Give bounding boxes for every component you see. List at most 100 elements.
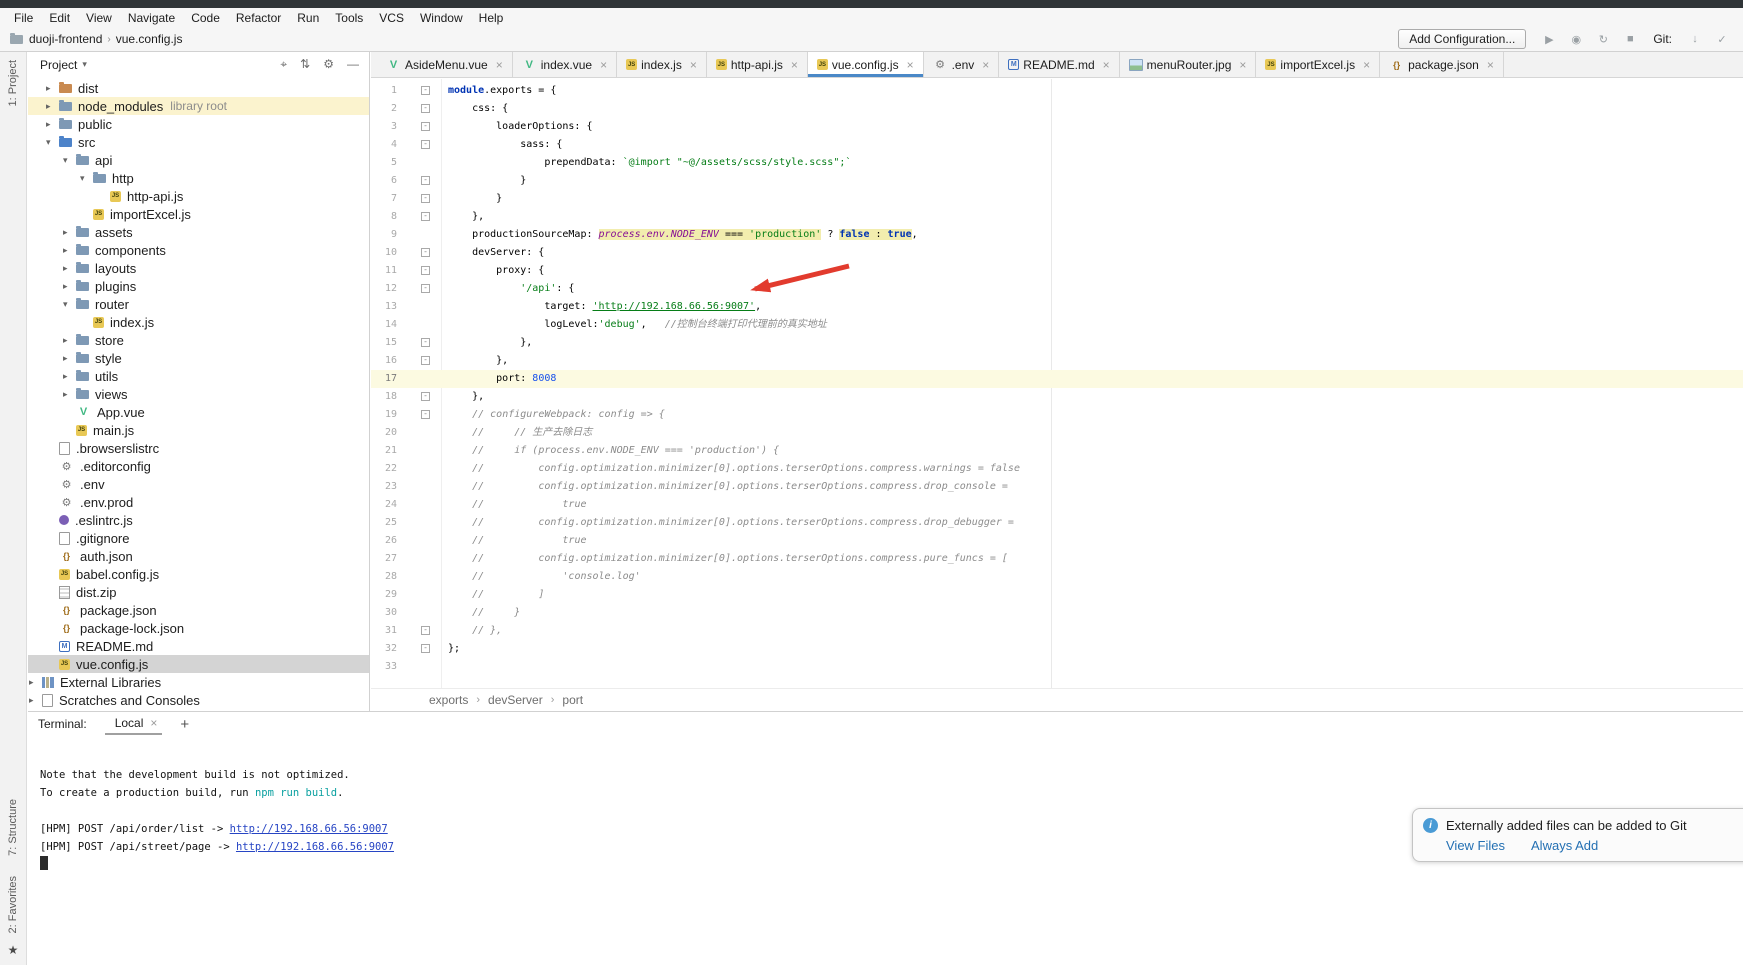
tab-env[interactable]: ⚙.env×: [924, 52, 1000, 77]
code-line-7[interactable]: 7- }: [371, 190, 1743, 208]
tree-item-env-prod[interactable]: ⚙.env.prod: [28, 493, 369, 511]
tab-index-vue[interactable]: Vindex.vue×: [513, 52, 617, 77]
tool-button-1-project[interactable]: 1: Project: [7, 60, 19, 106]
menu-item-window[interactable]: Window: [412, 11, 471, 25]
tree-item-index-js[interactable]: JSindex.js: [28, 313, 369, 331]
tree-item-dist-zip[interactable]: dist.zip: [28, 583, 369, 601]
code-line-10[interactable]: 10- devServer: {: [371, 244, 1743, 262]
tool-button-7-structure[interactable]: 7: Structure: [7, 799, 19, 856]
code-line-18[interactable]: 18- },: [371, 388, 1743, 406]
chevron-right-icon[interactable]: ▸: [63, 371, 76, 382]
menu-item-code[interactable]: Code: [183, 11, 228, 25]
tab-asidemenu-vue[interactable]: VAsideMenu.vue×: [377, 52, 513, 77]
chevron-down-icon[interactable]: ▾: [80, 173, 93, 184]
code-line-33[interactable]: 33: [371, 658, 1743, 676]
fold-icon[interactable]: -: [421, 104, 430, 113]
chevron-right-icon[interactable]: ▸: [63, 353, 76, 364]
code-line-4[interactable]: 4- sass: {: [371, 136, 1743, 154]
tree-item-main-js[interactable]: JSmain.js: [28, 421, 369, 439]
menu-item-file[interactable]: File: [6, 11, 41, 25]
close-icon[interactable]: ×: [1487, 59, 1494, 71]
tree-item-env[interactable]: ⚙.env: [28, 475, 369, 493]
code-line-23[interactable]: 23 // config.optimization.minimizer[0].o…: [371, 478, 1743, 496]
fold-icon[interactable]: -: [421, 140, 430, 149]
tree-item-views[interactable]: ▸views: [28, 385, 369, 403]
stop-icon[interactable]: ■: [1623, 33, 1637, 45]
tree-item-external-libraries[interactable]: ▸External Libraries: [28, 673, 369, 691]
fold-icon[interactable]: -: [421, 338, 430, 347]
code-line-26[interactable]: 26 // true: [371, 532, 1743, 550]
tree-item-eslintrc-js[interactable]: .eslintrc.js: [28, 511, 369, 529]
run-icon[interactable]: ▶: [1542, 33, 1556, 46]
project-panel-title[interactable]: Project: [40, 58, 77, 72]
menu-item-view[interactable]: View: [78, 11, 120, 25]
vcs-update-icon[interactable]: ↓: [1688, 33, 1702, 45]
tab-readme-md[interactable]: MREADME.md×: [999, 52, 1119, 77]
chevron-down-icon[interactable]: ▾: [63, 155, 76, 166]
chevron-down-icon[interactable]: ▾: [46, 137, 59, 148]
chevron-right-icon[interactable]: ▸: [63, 245, 76, 256]
code-line-2[interactable]: 2- css: {: [371, 100, 1743, 118]
close-icon[interactable]: ×: [791, 59, 798, 71]
menu-item-edit[interactable]: Edit: [41, 11, 78, 25]
tab-http-api-js[interactable]: JShttp-api.js×: [707, 52, 808, 77]
tree-item-package-lock-json[interactable]: {}package-lock.json: [28, 619, 369, 637]
fold-icon[interactable]: -: [421, 356, 430, 365]
chevron-right-icon[interactable]: ▸: [46, 101, 59, 112]
code-line-1[interactable]: 1-module.exports = {: [371, 82, 1743, 100]
code-line-15[interactable]: 15- },: [371, 334, 1743, 352]
close-icon[interactable]: ×: [1363, 59, 1370, 71]
code-line-3[interactable]: 3- loaderOptions: {: [371, 118, 1743, 136]
chevron-right-icon[interactable]: ▸: [63, 389, 76, 400]
tree-item-app-vue[interactable]: VApp.vue: [28, 403, 369, 421]
code-line-20[interactable]: 20 // // 生产去除日志: [371, 424, 1743, 442]
code-line-19[interactable]: 19- // configureWebpack: config => {: [371, 406, 1743, 424]
tree-item-src[interactable]: ▾src: [28, 133, 369, 151]
terminal-link[interactable]: http://192.168.66.56:9007: [230, 823, 388, 835]
code-line-16[interactable]: 16- },: [371, 352, 1743, 370]
tab-vue-config-js[interactable]: JSvue.config.js×: [808, 52, 924, 77]
tree-item-readme-md[interactable]: MREADME.md: [28, 637, 369, 655]
code-line-12[interactable]: 12- '/api': {: [371, 280, 1743, 298]
fold-icon[interactable]: -: [421, 284, 430, 293]
close-icon[interactable]: ×: [982, 59, 989, 71]
menu-item-tools[interactable]: Tools: [327, 11, 371, 25]
tree-item-components[interactable]: ▸components: [28, 241, 369, 259]
close-icon[interactable]: ×: [496, 59, 503, 71]
chevron-right-icon[interactable]: ▸: [63, 335, 76, 346]
breadcrumb-port[interactable]: port: [562, 693, 583, 707]
hide-panel-icon[interactable]: —: [347, 57, 359, 72]
favorites-star-icon[interactable]: ★: [8, 943, 19, 957]
new-terminal-button[interactable]: +: [180, 716, 189, 733]
tree-item-browserslistrc[interactable]: .browserslistrc: [28, 439, 369, 457]
code-line-6[interactable]: 6- }: [371, 172, 1743, 190]
tree-item-editorconfig[interactable]: ⚙.editorconfig: [28, 457, 369, 475]
menu-item-run[interactable]: Run: [289, 11, 327, 25]
code-line-17[interactable]: 17 port: 8008: [371, 370, 1743, 388]
tree-item-node-modules[interactable]: ▸node_moduleslibrary root: [28, 97, 369, 115]
code-line-5[interactable]: 5 prependData: `@import "~@/assets/scss/…: [371, 154, 1743, 172]
code-line-21[interactable]: 21 // if (process.env.NODE_ENV === 'prod…: [371, 442, 1743, 460]
tree-item-http-api-js[interactable]: JShttp-api.js: [28, 187, 369, 205]
terminal-tab-local[interactable]: Local ×: [105, 713, 163, 735]
code-line-14[interactable]: 14 logLevel:'debug', //控制台终端打印代理前的真实地址: [371, 316, 1743, 334]
code-area[interactable]: 1-module.exports = {2- css: {3- loaderOp…: [371, 79, 1743, 689]
fold-icon[interactable]: -: [421, 176, 430, 185]
close-icon[interactable]: ×: [150, 716, 157, 730]
notification-action-view-files[interactable]: View Files: [1446, 838, 1505, 853]
tree-item-utils[interactable]: ▸utils: [28, 367, 369, 385]
breadcrumb-devserver[interactable]: devServer: [488, 693, 543, 707]
fold-icon[interactable]: -: [421, 644, 430, 653]
tree-item-babel-config-js[interactable]: JSbabel.config.js: [28, 565, 369, 583]
settings-icon[interactable]: ⚙: [323, 57, 334, 72]
tree-item-scratches-and-consoles[interactable]: ▸Scratches and Consoles: [28, 691, 369, 709]
menu-item-refactor[interactable]: Refactor: [228, 11, 289, 25]
tree-item-gitignore[interactable]: .gitignore: [28, 529, 369, 547]
fold-icon[interactable]: -: [421, 194, 430, 203]
code-line-25[interactable]: 25 // config.optimization.minimizer[0].o…: [371, 514, 1743, 532]
chevron-down-icon[interactable]: ▾: [63, 299, 76, 310]
tree-item-style[interactable]: ▸style: [28, 349, 369, 367]
code-line-9[interactable]: 9 productionSourceMap: process.env.NODE_…: [371, 226, 1743, 244]
fold-icon[interactable]: -: [421, 626, 430, 635]
tree-item-dist[interactable]: ▸dist: [28, 79, 369, 97]
